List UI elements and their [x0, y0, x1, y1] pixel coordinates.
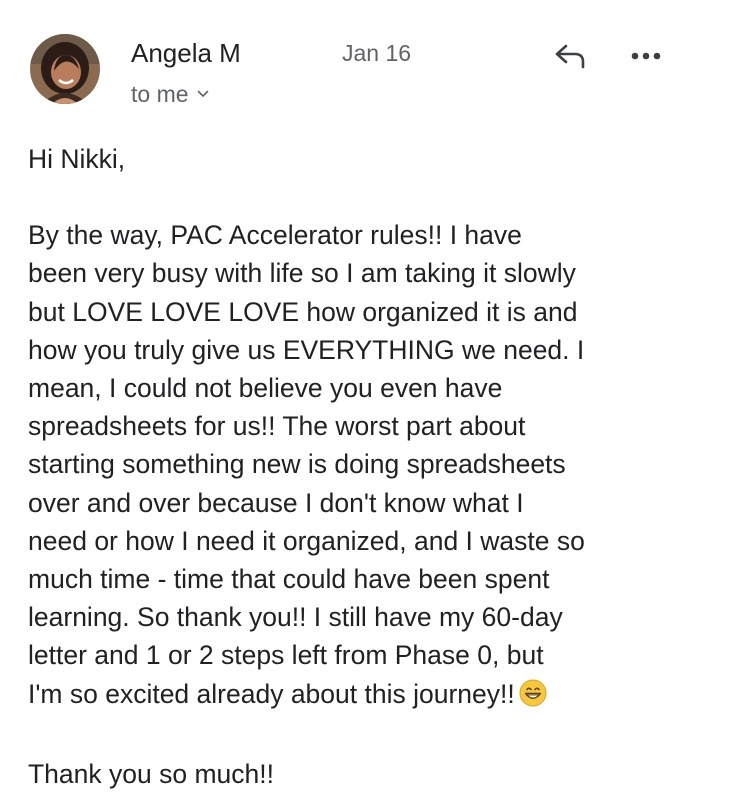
- message-date: Jan 16: [342, 40, 412, 66]
- reply-button[interactable]: [548, 38, 592, 74]
- message-closing: Thank you so much!!: [28, 758, 274, 789]
- body-line: how you truly give us EVERYTHING we need…: [28, 334, 585, 365]
- avatar[interactable]: [30, 34, 100, 104]
- body-line: starting something new is doing spreadsh…: [28, 449, 566, 480]
- recipient-label: to me: [131, 81, 189, 107]
- body-line: but LOVE LOVE LOVE how organized it is a…: [28, 296, 578, 327]
- grinning-face-emoji: [519, 679, 547, 717]
- chevron-down-icon: [197, 90, 209, 98]
- body-line: letter and 1 or 2 steps left from Phase …: [28, 640, 544, 671]
- body-line: much time - time that could have been sp…: [28, 564, 550, 595]
- body-line: I'm so excited already about this journe…: [28, 678, 515, 709]
- sender-name: Angela M: [131, 38, 241, 68]
- body-line: been very busy with life so I am taking …: [28, 258, 576, 289]
- recipient-details-toggle[interactable]: to me: [131, 80, 209, 108]
- body-line: mean, I could not believe you even have: [28, 373, 503, 404]
- message-body: Hi Nikki, By the way, PAC Accelerator ru…: [28, 140, 718, 793]
- body-line: By the way, PAC Accelerator rules!! I ha…: [28, 220, 522, 251]
- more-options-button[interactable]: [626, 38, 666, 74]
- body-line: learning. So thank you!! I still have my…: [28, 602, 563, 633]
- more-options-icon: [631, 52, 661, 60]
- reply-icon: [555, 44, 585, 69]
- body-line: over and over because I don't know what …: [28, 487, 524, 518]
- body-line: need or how I need it organized, and I w…: [28, 525, 585, 556]
- message-greeting: Hi Nikki,: [28, 144, 126, 174]
- body-line: spreadsheets for us!! The worst part abo…: [28, 411, 526, 442]
- avatar-photo: [30, 34, 100, 104]
- message-paragraph: By the way, PAC Accelerator rules!! I ha…: [28, 216, 718, 717]
